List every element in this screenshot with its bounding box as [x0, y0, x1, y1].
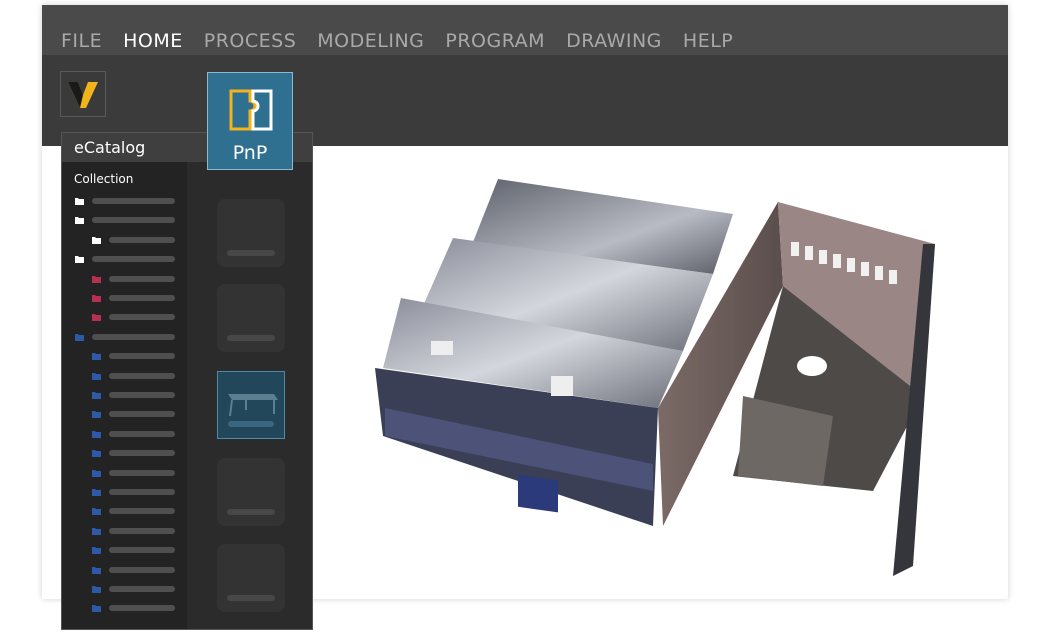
tree-item-label-placeholder: [92, 256, 175, 263]
tree-item[interactable]: [75, 254, 175, 264]
tree-item-label-placeholder: [109, 392, 175, 398]
tree-item[interactable]: [92, 390, 175, 400]
tree-item[interactable]: [92, 293, 175, 303]
tree-item-label-placeholder: [92, 333, 175, 340]
tree-item[interactable]: [75, 196, 175, 206]
folder-icon: [92, 353, 101, 361]
app-logo-button[interactable]: [60, 71, 106, 117]
tree-item-label-placeholder: [109, 489, 175, 495]
tree-item[interactable]: [92, 371, 175, 381]
puzzle-piece-icon: [229, 89, 273, 131]
tree-item-label-placeholder: [109, 236, 175, 243]
top-toolbar: FILE HOME PROCESS MODELING PROGRAM DRAWI…: [42, 5, 1008, 146]
tree-item-label-placeholder: [109, 586, 175, 592]
tree-item-label-placeholder: [109, 566, 175, 573]
folder-icon: [92, 508, 101, 516]
folder-icon: [92, 372, 101, 380]
tree-item[interactable]: [92, 351, 175, 361]
tree-item-label-placeholder: [92, 198, 175, 204]
tree-item-label-placeholder: [109, 353, 175, 360]
tree-item[interactable]: [92, 487, 175, 497]
tree-item[interactable]: [92, 429, 175, 439]
tree-item-label-placeholder: [109, 508, 175, 515]
menu-modeling[interactable]: MODELING: [317, 30, 424, 55]
folder-icon: [92, 566, 101, 574]
tree-item-label-placeholder: [109, 411, 175, 418]
folder-icon: [92, 547, 101, 555]
point-cloud-building-image: [375, 179, 935, 576]
pnp-label: PnP: [232, 142, 268, 164]
folder-icon: [92, 527, 101, 535]
tree-item[interactable]: [92, 545, 175, 555]
folder-icon: [92, 489, 101, 496]
folder-icon: [92, 392, 101, 399]
folder-icon: [92, 236, 101, 244]
tree-item[interactable]: [92, 409, 175, 419]
folder-icon: [75, 333, 84, 341]
folder-icon: [75, 256, 84, 264]
tree-item-label-placeholder: [109, 372, 175, 379]
v-logo-icon: [68, 82, 98, 108]
table-icon: [228, 394, 278, 417]
3d-viewport[interactable]: [313, 146, 1008, 599]
menu-bar: FILE HOME PROCESS MODELING PROGRAM DRAWI…: [42, 5, 1008, 55]
tree-item-label-placeholder: [109, 547, 175, 554]
tree-item[interactable]: [92, 312, 175, 322]
catalog-item[interactable]: [217, 284, 285, 352]
catalog-item[interactable]: [217, 544, 285, 612]
catalog-thumbnails: [187, 162, 312, 629]
folder-icon: [92, 469, 101, 477]
folder-icon: [92, 586, 101, 593]
tree-item[interactable]: [92, 235, 175, 245]
menu-help[interactable]: HELP: [683, 30, 733, 55]
menu-drawing[interactable]: DRAWING: [566, 30, 662, 55]
menu-home[interactable]: HOME: [123, 30, 183, 55]
tree-item-label-placeholder: [109, 450, 175, 457]
tree-item[interactable]: [92, 448, 175, 458]
menu-process[interactable]: PROCESS: [204, 30, 297, 55]
folder-icon: [92, 450, 101, 458]
folder-icon: [92, 605, 101, 613]
folder-icon: [92, 275, 101, 283]
folder-icon: [75, 217, 84, 225]
tree-item[interactable]: [75, 215, 175, 225]
tree-item[interactable]: [92, 526, 175, 536]
folder-icon: [92, 314, 101, 322]
tree-item-label-placeholder: [109, 275, 175, 282]
collection-tree: Collection: [62, 162, 187, 629]
catalog-item[interactable]: [217, 458, 285, 526]
tree-item[interactable]: [92, 584, 175, 594]
ecatalog-panel: eCatalog Collection: [61, 132, 313, 630]
tree-item[interactable]: [92, 468, 175, 478]
tree-item[interactable]: [75, 332, 175, 342]
tree-item-label-placeholder: [109, 469, 175, 476]
tree-item-label-placeholder: [109, 430, 175, 437]
collection-label: Collection: [74, 172, 134, 186]
tree-item-label-placeholder: [109, 527, 175, 534]
folder-icon: [92, 411, 101, 419]
tree-item[interactable]: [92, 506, 175, 516]
pnp-button[interactable]: PnP: [207, 72, 293, 170]
menu-file[interactable]: FILE: [61, 30, 102, 55]
menu-program[interactable]: PROGRAM: [445, 30, 545, 55]
tree-item[interactable]: [92, 603, 175, 613]
folder-icon: [75, 198, 84, 205]
tree-item-label-placeholder: [109, 295, 175, 301]
tree-item[interactable]: [92, 565, 175, 575]
catalog-item[interactable]: [217, 199, 285, 267]
tree-item-label-placeholder: [109, 314, 175, 321]
tree-item[interactable]: [92, 274, 175, 284]
folder-icon: [92, 295, 101, 302]
catalog-item-selected[interactable]: [217, 371, 285, 439]
tree-item-label-placeholder: [109, 605, 175, 612]
tree-item-label-placeholder: [92, 217, 175, 224]
ecatalog-title: eCatalog: [74, 138, 146, 157]
folder-icon: [92, 430, 101, 438]
